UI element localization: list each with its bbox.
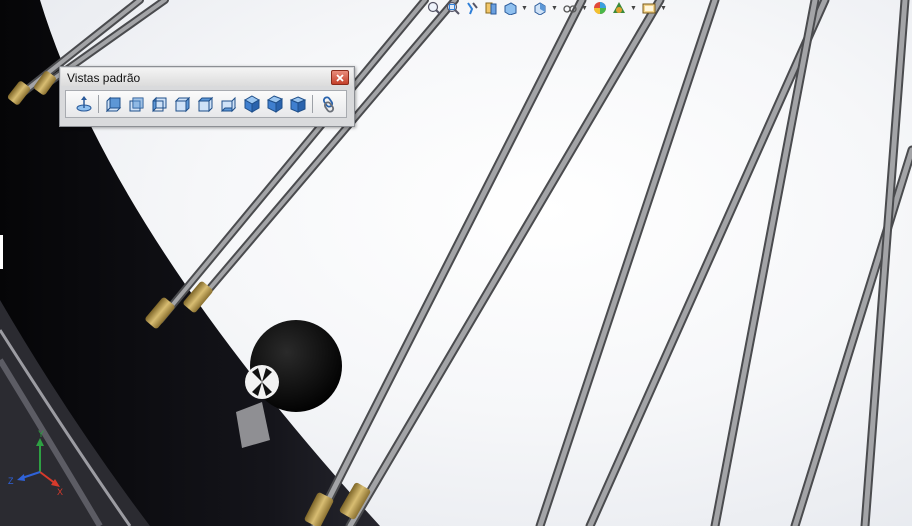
display-style-dropdown-icon[interactable]: ▼ [551, 1, 558, 16]
hide-show-dropdown-icon[interactable]: ▼ [581, 1, 588, 16]
apply-scene-dropdown-icon[interactable]: ▼ [630, 1, 637, 16]
close-icon [336, 73, 344, 82]
left-view-icon [152, 96, 166, 113]
graphics-area[interactable]: Y X Z ▼ ▼ ▼ ▼ ▼ Vistas padrão [0, 0, 912, 526]
view-settings-dropdown-icon[interactable]: ▼ [660, 1, 667, 16]
toolbar-separator [312, 95, 313, 113]
zoom-to-area-icon[interactable] [445, 1, 460, 16]
right-view-button[interactable] [171, 93, 194, 115]
dimetric-view-button[interactable] [286, 93, 309, 115]
top-view-icon [197, 96, 213, 113]
close-button[interactable] [331, 70, 349, 85]
trimetric-view-button[interactable] [263, 93, 286, 115]
normal-to-view-button[interactable] [72, 93, 95, 115]
dimetric-view-icon [289, 96, 306, 113]
back-view-button[interactable] [125, 93, 148, 115]
isometric-view-icon [243, 95, 260, 113]
triad-x-label: X [57, 487, 63, 497]
link-view-icon [322, 96, 334, 113]
bottom-view-button[interactable] [217, 93, 240, 115]
top-view-button[interactable] [194, 93, 217, 115]
view-settings-icon[interactable] [641, 1, 656, 16]
left-view-button[interactable] [148, 93, 171, 115]
toolbar-title-bar[interactable]: Vistas padrão [61, 68, 353, 86]
right-view-icon [174, 96, 190, 113]
edit-appearance-icon[interactable] [592, 1, 607, 16]
toolbar-buttons [65, 90, 347, 118]
section-view-icon[interactable] [483, 1, 498, 16]
apply-scene-icon[interactable] [611, 1, 626, 16]
triad-z-label: Z [8, 476, 14, 486]
heads-up-view-toolbar: ▼ ▼ ▼ ▼ ▼ [426, 0, 667, 16]
hide-show-items-icon[interactable] [562, 1, 577, 16]
previous-view-icon[interactable] [464, 1, 479, 16]
isometric-view-button[interactable] [240, 93, 263, 115]
front-view-button[interactable] [102, 93, 125, 115]
back-view-icon [129, 97, 143, 112]
front-view-icon [105, 96, 121, 113]
rim-highlight [0, 235, 3, 269]
standard-views-toolbar[interactable]: Vistas padrão [59, 66, 355, 127]
view-orientation-dropdown-icon[interactable]: ▼ [521, 1, 528, 16]
bottom-view-icon [220, 96, 236, 113]
toolbar-separator [98, 95, 99, 113]
normal-to-icon [76, 96, 91, 112]
view-orientation-icon[interactable] [502, 1, 517, 16]
trimetric-view-icon [266, 95, 283, 113]
zoom-to-fit-icon[interactable] [426, 1, 441, 16]
triad-y-label: Y [38, 429, 44, 439]
link-view-button[interactable] [316, 93, 339, 115]
display-style-icon[interactable] [532, 1, 547, 16]
toolbar-title: Vistas padrão [67, 71, 141, 85]
